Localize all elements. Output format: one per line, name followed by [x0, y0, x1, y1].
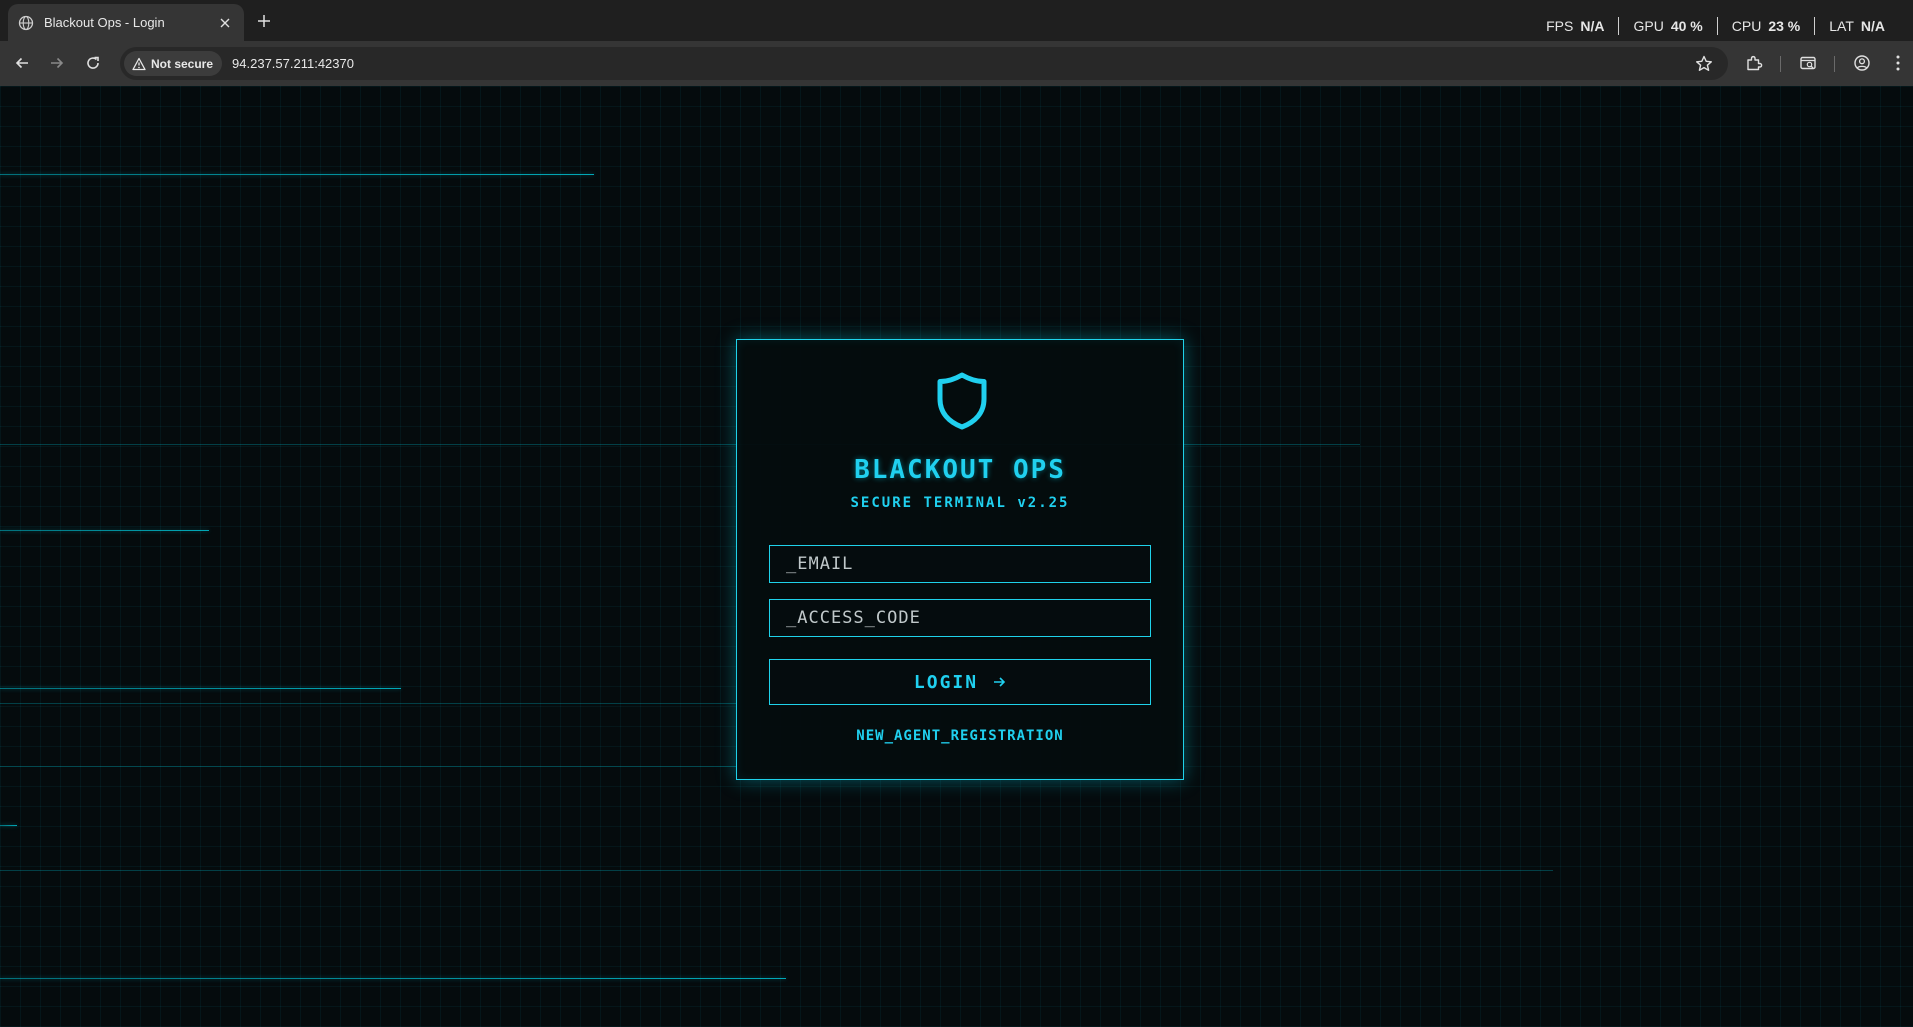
scan-line: [0, 703, 736, 704]
browser-tab-bar: Blackout Ops - Login FPS N/A GPU 40 % CPU 2…: [0, 0, 1913, 41]
bookmark-star-icon[interactable]: [1694, 54, 1714, 74]
app-subtitle: SECURE TERMINAL v2.25: [850, 495, 1070, 511]
browser-tab[interactable]: Blackout Ops - Login: [8, 4, 244, 41]
scan-line: [0, 978, 786, 979]
tab-title: Blackout Ops - Login: [44, 15, 165, 30]
login-button[interactable]: LOGIN: [769, 659, 1151, 705]
reload-icon[interactable]: [81, 51, 105, 75]
extensions-icon[interactable]: [1743, 52, 1765, 74]
scan-line: [0, 530, 209, 531]
new-agent-registration-link[interactable]: NEW_AGENT_REGISTRATION: [737, 728, 1183, 744]
perf-cpu: CPU 23 %: [1716, 17, 1814, 35]
login-button-label: LOGIN: [913, 671, 979, 693]
url-text[interactable]: 94.237.57.211:42370: [232, 56, 354, 71]
close-tab-icon[interactable]: [216, 14, 234, 32]
perf-gpu: GPU 40 %: [1618, 17, 1716, 35]
back-arrow-icon[interactable]: [10, 51, 34, 75]
perf-fps: FPS N/A: [1546, 18, 1605, 34]
warning-icon: [132, 57, 146, 71]
scan-line: [0, 825, 17, 826]
access-code-input[interactable]: [786, 608, 1150, 628]
forward-arrow-icon[interactable]: [45, 51, 69, 75]
login-card: BLACKOUT OPS SECURE TERMINAL v2.25 LOGIN…: [736, 339, 1184, 780]
new-tab-icon[interactable]: [252, 9, 276, 33]
address-bar[interactable]: Not secure 94.237.57.211:42370: [120, 47, 1728, 80]
menu-dots-icon[interactable]: [1887, 52, 1909, 74]
performance-overlay: FPS N/A GPU 40 % CPU 23 % LAT N/A: [1532, 17, 1899, 35]
globe-icon: [18, 15, 34, 31]
security-label: Not secure: [151, 56, 214, 71]
scan-line: [0, 870, 1553, 871]
security-indicator[interactable]: Not secure: [124, 51, 223, 76]
perf-lat: LAT N/A: [1814, 17, 1899, 35]
toolbar-divider: [1834, 56, 1835, 72]
access-code-field[interactable]: [769, 599, 1151, 637]
profile-icon[interactable]: [1851, 52, 1873, 74]
shield-icon: [937, 372, 987, 430]
page-viewport: BLACKOUT OPS SECURE TERMINAL v2.25 LOGIN…: [0, 86, 1913, 1027]
toolbar-divider: [1780, 56, 1781, 72]
tab-search-icon[interactable]: [1797, 52, 1819, 74]
app-title: BLACKOUT OPS: [854, 455, 1066, 485]
email-field[interactable]: [769, 545, 1151, 583]
browser-toolbar: Not secure 94.237.57.211:42370: [0, 41, 1913, 86]
arrow-right-icon: [992, 675, 1006, 689]
email-input[interactable]: [786, 554, 1150, 574]
scan-line: [0, 766, 736, 767]
scan-line: [0, 174, 594, 175]
scan-line: [0, 688, 401, 689]
